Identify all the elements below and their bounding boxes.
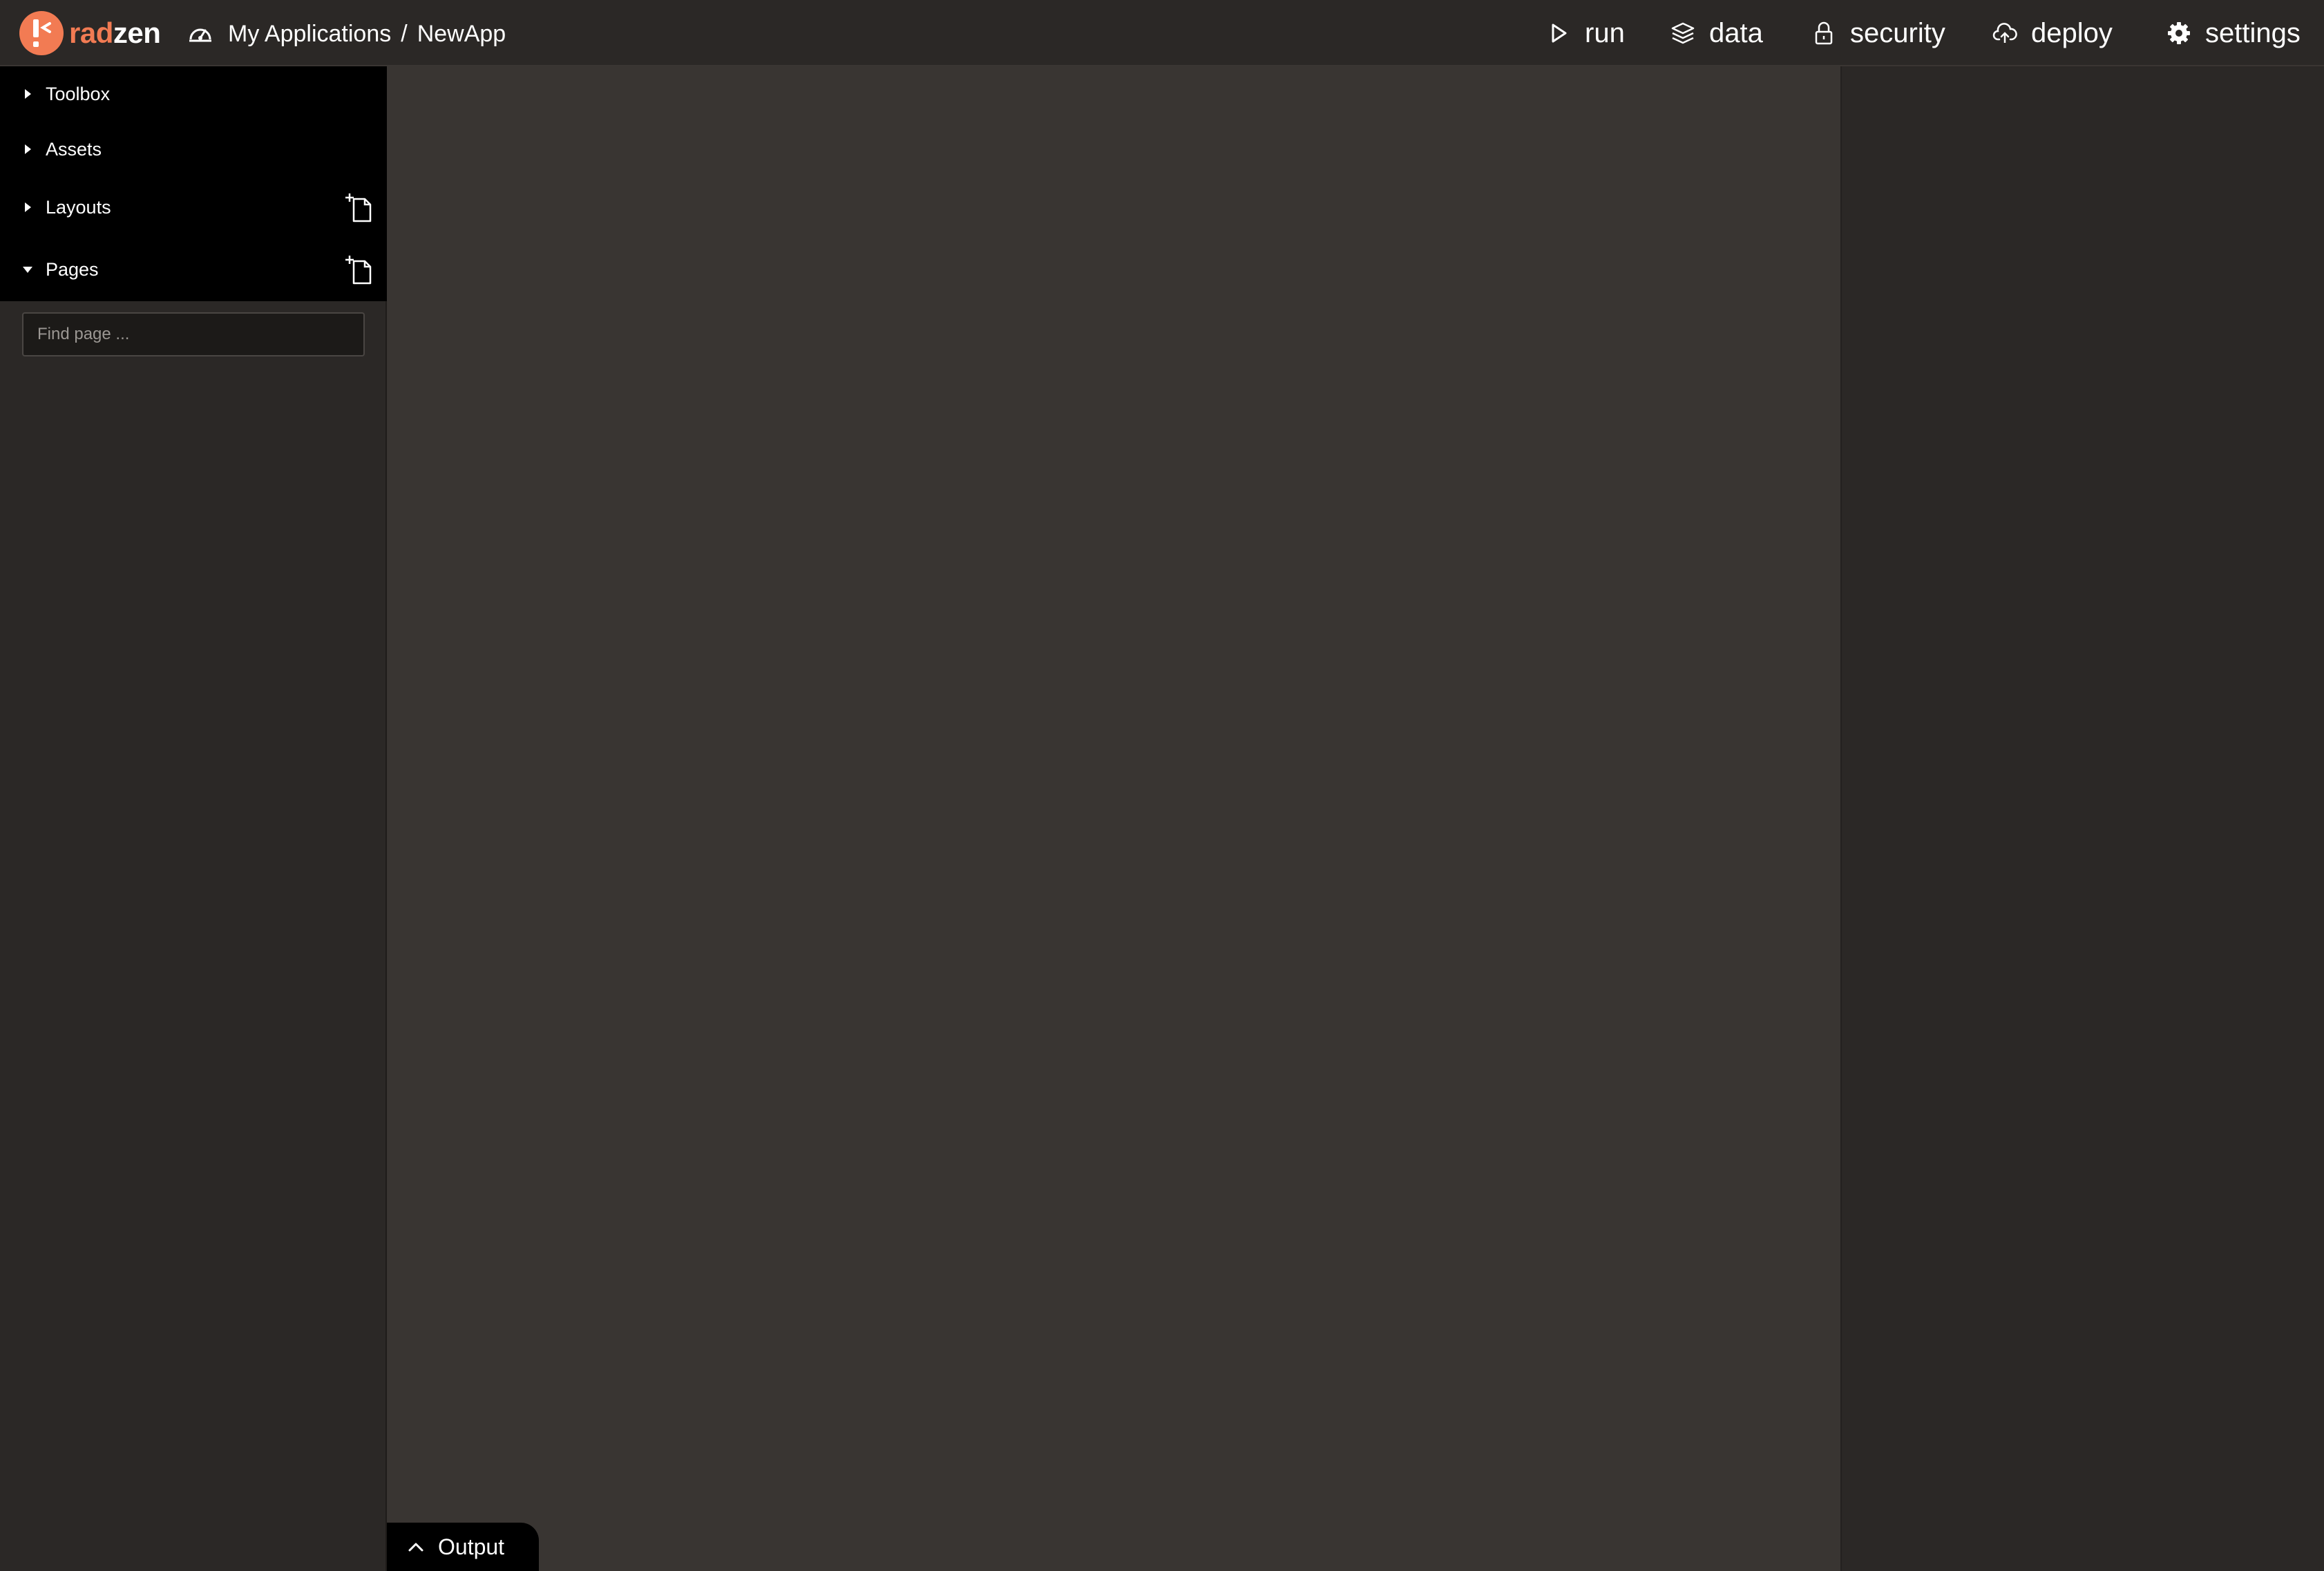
sidebar-sections: Toolbox Assets Layouts Pages xyxy=(0,66,387,301)
nav-deploy[interactable]: deploy xyxy=(1992,14,2113,53)
sidebar-section-assets[interactable]: Assets xyxy=(0,122,387,177)
sidebar-section-pages[interactable]: Pages xyxy=(0,242,387,297)
sidebar-section-label: Assets xyxy=(46,138,102,160)
nav-security[interactable]: security xyxy=(1811,14,1945,53)
sidebar-section-label: Layouts xyxy=(46,196,111,218)
add-layout-icon[interactable] xyxy=(345,192,373,222)
nav-run[interactable]: run xyxy=(1546,14,1625,53)
chevron-up-icon xyxy=(408,1543,423,1552)
brand-name: radzen xyxy=(69,11,161,55)
radzen-logo[interactable]: radzen xyxy=(19,11,161,55)
sidebar-section-label: Pages xyxy=(46,258,99,280)
breadcrumb-current: NewApp xyxy=(417,20,506,47)
radzen-logo-icon xyxy=(19,11,64,55)
nav-security-label: security xyxy=(1850,17,1945,48)
layers-icon xyxy=(1671,22,1695,44)
dashboard-icon[interactable] xyxy=(187,20,214,48)
sidebar-section-toolbox[interactable]: Toolbox xyxy=(0,66,387,122)
top-bar: radzen My Applications / NewApp run data xyxy=(0,0,2324,66)
caret-right-icon xyxy=(25,144,31,154)
nav-data-label: data xyxy=(1709,17,1763,48)
gear-icon xyxy=(2168,22,2190,44)
nav-run-label: run xyxy=(1585,17,1625,48)
breadcrumb: My Applications / NewApp xyxy=(187,17,506,51)
breadcrumb-root[interactable]: My Applications xyxy=(228,21,391,48)
nav-data[interactable]: data xyxy=(1670,14,1763,53)
lock-icon xyxy=(1815,21,1833,45)
nav-deploy-label: deploy xyxy=(2031,17,2113,48)
find-page-input[interactable] xyxy=(22,312,365,356)
play-icon xyxy=(1552,23,1567,43)
left-sidebar: Toolbox Assets Layouts Pages xyxy=(0,66,387,1571)
caret-down-icon xyxy=(23,267,32,273)
output-tab[interactable]: Output xyxy=(387,1523,539,1571)
properties-panel xyxy=(1840,66,2324,1571)
cloud-upload-icon xyxy=(1992,23,2017,43)
caret-right-icon xyxy=(25,89,31,99)
breadcrumb-separator: / xyxy=(401,20,408,47)
design-canvas[interactable] xyxy=(387,66,1840,1571)
output-tab-label: Output xyxy=(438,1534,505,1559)
caret-right-icon xyxy=(25,202,31,212)
sidebar-section-layouts[interactable]: Layouts xyxy=(0,180,387,235)
sidebar-section-label: Toolbox xyxy=(46,83,111,104)
nav-settings[interactable]: settings xyxy=(2166,14,2301,53)
brand-name-part2: zen xyxy=(113,17,161,49)
add-page-icon[interactable] xyxy=(345,254,373,285)
nav-settings-label: settings xyxy=(2205,17,2301,48)
brand-name-part1: rad xyxy=(69,17,113,49)
